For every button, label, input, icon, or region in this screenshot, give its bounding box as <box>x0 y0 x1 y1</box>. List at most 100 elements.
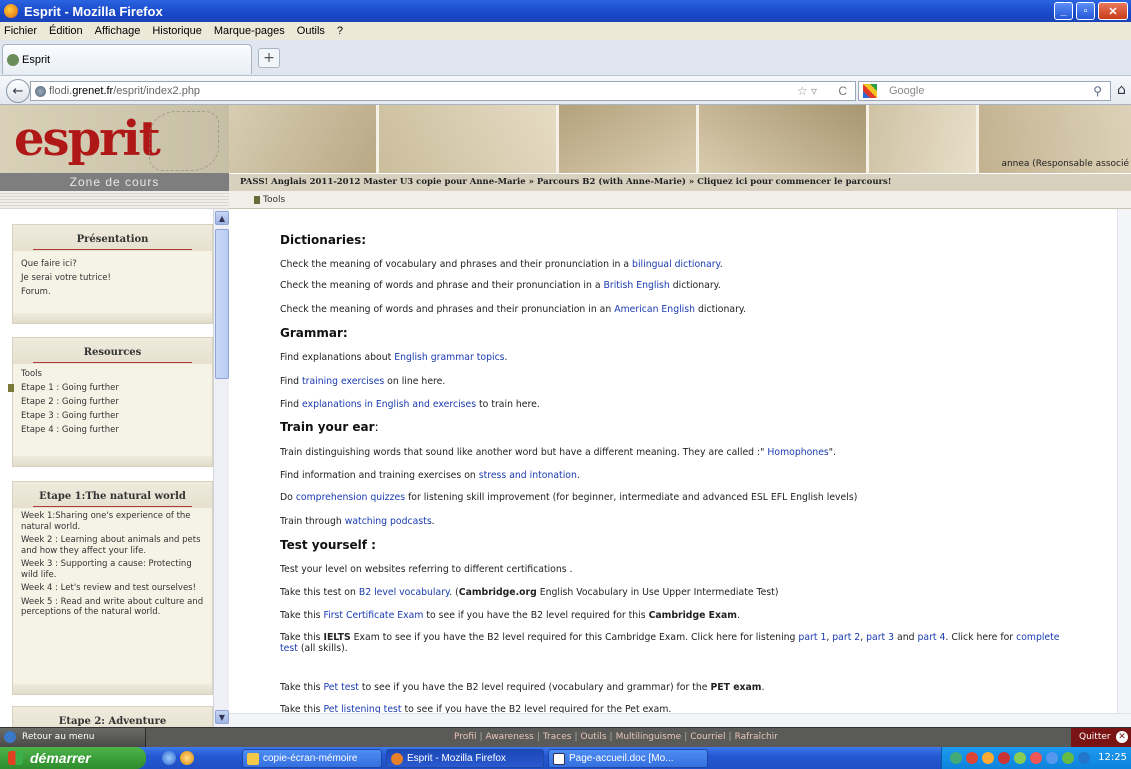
tray-icon[interactable] <box>982 752 994 764</box>
quicklaunch-firefox-icon[interactable] <box>180 751 194 765</box>
maximize-icon[interactable]: ▫ <box>1076 2 1095 20</box>
logo-text: esprit <box>14 111 161 167</box>
navigation-bar: ← flodi. grenet.fr/esprit/index2.php ☆ ▿ … <box>0 76 1131 105</box>
content-line: Train distinguishing words that sound li… <box>280 447 836 458</box>
reload-icon[interactable]: C <box>838 84 847 98</box>
back-arrow-icon[interactable]: ← <box>6 79 30 103</box>
sidebar-link[interactable]: Que faire ici? <box>21 257 204 271</box>
magnifier-icon[interactable]: ⚲ <box>1093 84 1102 98</box>
content-link[interactable]: Pet test <box>323 682 358 693</box>
section-heading: Test yourself : <box>280 538 376 552</box>
task-firefox[interactable]: Esprit - Mozilla Firefox <box>386 749 544 768</box>
tools-bar: Tools <box>229 191 1131 209</box>
windows-taskbar: démarrer copie-écran-mémoire Esprit - Mo… <box>0 747 1131 769</box>
content-link[interactable]: part 2 <box>832 632 860 643</box>
content-link[interactable]: part 4 <box>917 632 945 643</box>
menu-outils[interactable]: Outils <box>297 25 325 37</box>
search-input[interactable]: Google ⚲ <box>858 81 1111 101</box>
sidebar-box-title: Etape 1:The natural world <box>13 482 212 508</box>
window-title-bar: Esprit - Mozilla Firefox _ ▫ ✕ <box>0 0 1131 22</box>
folder-icon <box>247 753 259 765</box>
content-link[interactable]: bilingual dictionary <box>632 259 720 270</box>
sidebar-link[interactable]: Week 2 : Learning about animals and pets… <box>21 535 204 556</box>
task-word-doc[interactable]: Page-accueil.doc [Mo... <box>548 749 708 768</box>
sidebar-link[interactable]: Etape 3 : Going further <box>21 409 204 423</box>
sidebar-link[interactable]: Week 3 : Supporting a cause: Protecting … <box>21 559 204 580</box>
content-link[interactable]: B2 level vocabulary <box>359 587 449 598</box>
content-link[interactable]: Homophones <box>767 447 828 458</box>
tray-icon[interactable] <box>950 752 962 764</box>
tray-icon[interactable] <box>1046 752 1058 764</box>
content-link[interactable]: part 3 <box>866 632 894 643</box>
menu-fichier[interactable]: Fichier <box>4 25 37 37</box>
menu-edition[interactable]: Édition <box>49 25 83 37</box>
content-link[interactable]: British English <box>604 280 670 291</box>
sidebar-link[interactable]: Etape 4 : Going further <box>21 423 204 437</box>
menu-historique[interactable]: Historique <box>152 25 202 37</box>
quicklaunch-ie-icon[interactable] <box>162 751 176 765</box>
minimize-icon[interactable]: _ <box>1054 2 1073 20</box>
sidebar-link[interactable]: Week 4 : Let's review and test ourselves… <box>21 583 204 594</box>
start-label: démarrer <box>30 750 91 766</box>
sidebar-scrollbar[interactable]: ▲ ▼ <box>213 209 229 727</box>
url-bar[interactable]: flodi. grenet.fr/esprit/index2.php ☆ ▿ C <box>30 81 856 101</box>
content-link[interactable]: First Certificate Exam <box>323 610 423 621</box>
bookmark-star-icon[interactable]: ☆ ▿ <box>797 84 817 98</box>
tab-bar: Esprit + <box>0 40 1131 76</box>
task-copie-ecran[interactable]: copie-écran-mémoire <box>242 749 382 768</box>
content-vertical-scrollbar[interactable] <box>1117 209 1131 713</box>
quit-button[interactable]: Quitter ✕ <box>1071 728 1131 747</box>
scroll-down-icon[interactable]: ▼ <box>215 710 229 724</box>
section-heading: Train your ear: <box>280 420 379 434</box>
scroll-up-icon[interactable]: ▲ <box>215 211 229 225</box>
content-link[interactable]: part 1 <box>798 632 826 643</box>
sidebar-link[interactable]: Etape 2 : Going further <box>21 395 204 409</box>
tray-icon[interactable] <box>1078 752 1090 764</box>
sidebar-link[interactable]: Week 1:Sharing one's experience of the n… <box>21 511 204 532</box>
site-footer: Retour au menu Profil | Awareness | Traces | O… <box>0 727 1131 747</box>
tray-icon[interactable] <box>1030 752 1042 764</box>
tools-label[interactable]: Tools <box>263 195 285 205</box>
footer-link-awareness[interactable]: Awareness <box>486 732 534 742</box>
footer-link-multilinguisme[interactable]: Multilinguisme <box>616 732 682 742</box>
sidebar-link[interactable]: Etape 1 : Going further <box>8 381 204 395</box>
breadcrumb[interactable]: PASS! Anglais 2011-2012 Master U3 copie … <box>229 173 1131 191</box>
tray-icon[interactable] <box>1014 752 1026 764</box>
content-link[interactable]: explanations in English and exercises <box>302 399 476 410</box>
content-horizontal-scrollbar[interactable] <box>229 713 1131 727</box>
content-link[interactable]: comprehension quizzes <box>296 492 405 503</box>
sidebar-link[interactable]: Week 5 : Read and write about culture an… <box>21 597 204 618</box>
sidebar-link[interactable]: Tools <box>21 367 204 381</box>
tab-esprit[interactable]: Esprit <box>2 44 252 74</box>
url-path: /esprit/index2.php <box>113 85 201 97</box>
content-link[interactable]: Pet listening test <box>323 704 401 713</box>
content-link[interactable]: watching podcasts <box>345 516 432 527</box>
content-line: Check the meaning of words and phrases a… <box>280 304 747 315</box>
content-link[interactable]: English grammar topics <box>394 352 504 363</box>
section-heading: Grammar: <box>280 326 348 340</box>
tray-icon[interactable] <box>1062 752 1074 764</box>
home-icon[interactable]: ⌂ <box>1117 82 1126 98</box>
footer-link-rafraichir[interactable]: Rafraîchir <box>735 732 778 742</box>
clock[interactable]: 12:25 <box>1098 747 1127 769</box>
windows-flag-icon <box>8 751 23 765</box>
back-to-menu-button[interactable]: Retour au menu <box>0 728 146 747</box>
footer-link-outils[interactable]: Outils <box>581 732 607 742</box>
content-link[interactable]: training exercises <box>302 376 384 387</box>
footer-link-courriel[interactable]: Courriel <box>690 732 725 742</box>
content-link[interactable]: American English <box>614 304 695 315</box>
sidebar-link[interactable]: Je serai votre tutrice! <box>21 271 204 285</box>
tray-icon[interactable] <box>998 752 1010 764</box>
footer-link-profil[interactable]: Profil <box>454 732 476 742</box>
scroll-thumb[interactable] <box>215 229 229 379</box>
sidebar-link[interactable]: Forum. <box>21 285 204 299</box>
footer-link-traces[interactable]: Traces <box>543 732 572 742</box>
start-button[interactable]: démarrer <box>0 747 146 769</box>
menu-marque-pages[interactable]: Marque-pages <box>214 25 285 37</box>
menu-affichage[interactable]: Affichage <box>95 25 141 37</box>
menu-help[interactable]: ? <box>337 25 343 37</box>
tray-icon[interactable] <box>966 752 978 764</box>
content-link[interactable]: stress and intonation <box>479 470 577 481</box>
close-icon[interactable]: ✕ <box>1098 2 1128 20</box>
new-tab-button[interactable]: + <box>258 48 280 68</box>
